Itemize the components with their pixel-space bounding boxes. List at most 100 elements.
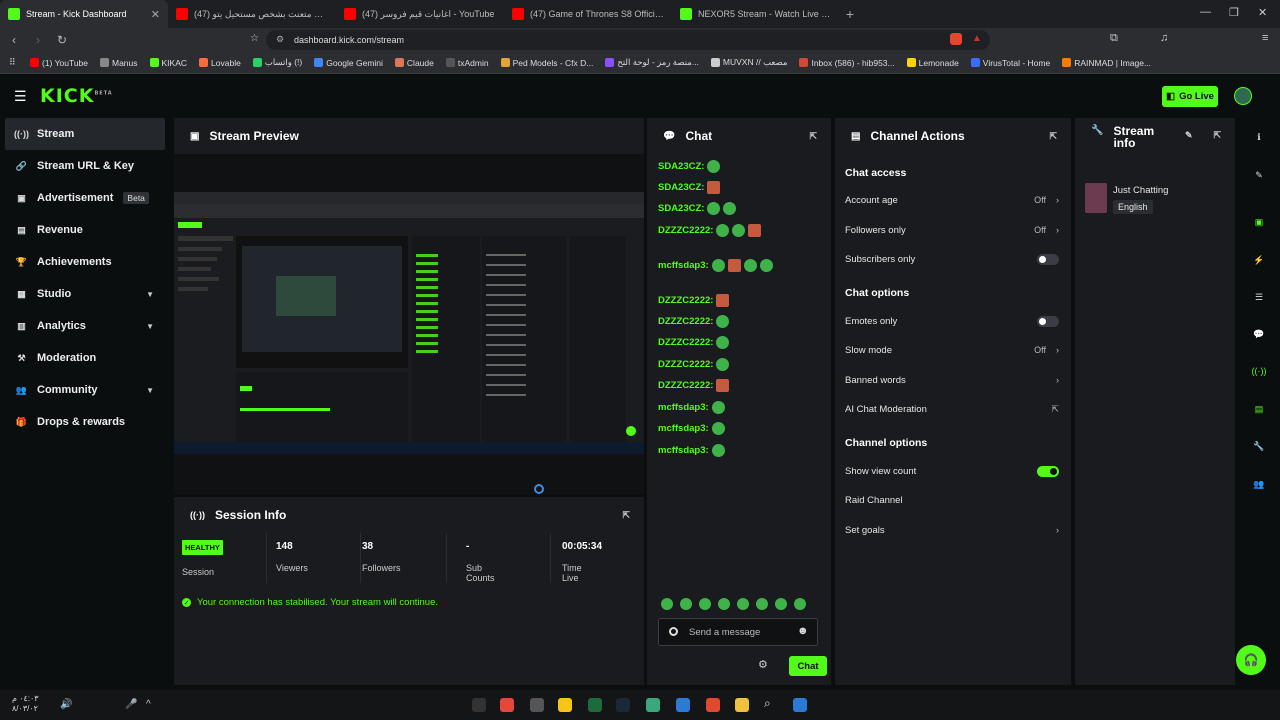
preview-toggle-icon[interactable]: ▣ xyxy=(1252,215,1266,229)
browser-tab[interactable]: (47) Game of Thrones S8 Official Sou... xyxy=(504,0,672,28)
chat-username[interactable]: mcffsdap3: xyxy=(658,423,709,434)
taskbar-app-icon[interactable] xyxy=(500,698,514,712)
rewards-icon[interactable]: ▲ xyxy=(972,33,982,44)
chat-username[interactable]: DZZZC2222: xyxy=(658,225,713,236)
category-name[interactable]: Just Chatting xyxy=(1113,185,1168,196)
address-bar[interactable]: ⚙ dashboard.kick.com/stream xyxy=(266,30,990,50)
chat-input[interactable]: Send a message ☻ xyxy=(658,618,818,646)
sidebar-item-drops-rewards[interactable]: 🎁 Drops & rewards xyxy=(0,406,170,438)
subscribers-only-row[interactable]: Subscribers only xyxy=(845,251,1059,267)
windows-start-icon[interactable] xyxy=(793,698,807,712)
apps-grid-icon[interactable]: ⠿ xyxy=(9,57,16,68)
extensions-icon[interactable]: ⧉ xyxy=(1110,32,1118,45)
minimize-icon[interactable]: — xyxy=(1200,6,1211,18)
file-explorer-icon[interactable] xyxy=(735,698,749,712)
bookmark-item[interactable]: Lovable xyxy=(199,58,241,68)
close-tab-icon[interactable]: ✕ xyxy=(151,8,160,21)
chat-username[interactable]: DZZZC2222: xyxy=(658,316,713,327)
sidebar-item-moderation[interactable]: ⚒ Moderation xyxy=(0,342,170,374)
site-info-icon[interactable]: ⚙ xyxy=(276,34,284,45)
clock[interactable]: ٠٤:٠٣ م ٨/٠٣/٠٢ xyxy=(12,694,39,714)
slow-mode-row[interactable]: Slow mode Off › xyxy=(845,342,1059,358)
sidebar-item-analytics[interactable]: ▥ Analytics ▼ xyxy=(0,310,170,342)
bookmark-item[interactable]: MUVXN // مصعب xyxy=(710,57,787,68)
chat-message[interactable]: mcffsdap3: xyxy=(658,422,725,435)
volume-icon[interactable]: 🔊 xyxy=(60,699,72,710)
category-thumbnail[interactable] xyxy=(1085,183,1107,213)
bookmark-item[interactable]: VirusTotal - Home xyxy=(970,58,1050,68)
emoji-icon[interactable]: ☻ xyxy=(797,625,809,637)
sidebar-item-revenue[interactable]: ▤ Revenue xyxy=(0,214,170,246)
taskbar-app-icon[interactable] xyxy=(472,698,486,712)
users-icon[interactable]: 👥 xyxy=(1252,477,1266,491)
bookmark-item[interactable]: KIKAC xyxy=(149,58,187,68)
taskbar-app-icon[interactable] xyxy=(530,698,544,712)
emotes-only-toggle[interactable] xyxy=(1037,315,1059,327)
chat-username[interactable]: DZZZC2222: xyxy=(658,359,713,370)
banned-words-row[interactable]: Banned words › xyxy=(845,372,1059,388)
browser-tab[interactable]: (47) اغانيات قيم فروسر - YouTube xyxy=(336,0,504,28)
reload-icon[interactable]: ↻ xyxy=(52,33,72,47)
chat-username[interactable]: SDA23CZ: xyxy=(658,182,704,193)
browser-tab[interactable]: NEXOR5 Stream - Watch Live on Kick xyxy=(672,0,840,28)
chat-username[interactable]: mcffsdap3: xyxy=(658,445,709,456)
kick-logo[interactable]: KICKBETA xyxy=(40,85,113,107)
emotes-only-row[interactable]: Emotes only xyxy=(845,313,1059,329)
info-toggle-icon[interactable]: 🔧 xyxy=(1252,439,1266,453)
taskbar-app-icon[interactable] xyxy=(558,698,572,712)
chat-message[interactable]: SDA23CZ: xyxy=(658,160,721,173)
chat-username[interactable]: SDA23CZ: xyxy=(658,161,704,172)
taskbar-app-icon[interactable] xyxy=(676,698,690,712)
chat-message[interactable]: mcffsdap3: xyxy=(658,401,725,414)
menu-icon[interactable]: ≡ xyxy=(1262,32,1268,44)
bookmark-item[interactable]: Google Gemini xyxy=(314,58,383,68)
music-icon[interactable]: ♫ xyxy=(1160,32,1168,44)
bookmark-item[interactable]: Claude xyxy=(394,58,434,68)
session-toggle-icon[interactable]: ((·)) xyxy=(1252,364,1267,378)
actions-toggle-icon[interactable]: ▤ xyxy=(1252,402,1266,416)
forward-icon[interactable]: › xyxy=(28,33,48,47)
chat-username[interactable]: SDA23CZ: xyxy=(658,203,704,214)
taskbar-app-icon[interactable] xyxy=(706,698,720,712)
popout-icon[interactable]: ⇱ xyxy=(1213,130,1221,141)
help-support-icon[interactable]: 🎧 xyxy=(1236,645,1266,675)
sidebar-item-studio[interactable]: ▦ Studio ▼ xyxy=(0,278,170,310)
emote-picker-icon[interactable] xyxy=(699,598,711,610)
chat-username[interactable]: DZZZC2222: xyxy=(658,380,713,391)
chat-message[interactable]: mcffsdap3: xyxy=(658,259,773,272)
back-icon[interactable]: ‹ xyxy=(4,33,24,47)
chat-message[interactable]: DZZZC2222: xyxy=(658,358,730,371)
pencil-icon[interactable]: ✎ xyxy=(1252,168,1266,182)
bookmark-item[interactable]: Lemonade xyxy=(906,58,959,68)
list-icon[interactable]: ☰ xyxy=(1252,290,1266,304)
popout-icon[interactable]: ⇱ xyxy=(809,131,817,142)
chat-message[interactable]: DZZZC2222: xyxy=(658,315,730,328)
sidebar-item-stream[interactable]: ((·)) Stream xyxy=(5,118,165,150)
taskbar-app-icon[interactable] xyxy=(588,698,602,712)
bookmark-item[interactable]: Manus xyxy=(100,58,138,68)
sidebar-item-community[interactable]: 👥 Community ▼ xyxy=(0,374,170,406)
emote-picker-icon[interactable] xyxy=(680,598,692,610)
sidebar-item-achievements[interactable]: 🏆 Achievements xyxy=(0,246,170,278)
set-goals-row[interactable]: Set goals › xyxy=(845,522,1059,538)
sidebar-item-stream-url-key[interactable]: 🔗 Stream URL & Key xyxy=(0,150,170,182)
go-live-button[interactable]: ◧ Go Live xyxy=(1162,86,1218,107)
send-chat-button[interactable]: Chat xyxy=(789,656,827,676)
brave-shield-icon[interactable] xyxy=(950,33,962,45)
emote-picker-icon[interactable] xyxy=(794,598,806,610)
chat-message[interactable]: DZZZC2222: xyxy=(658,336,730,349)
chat-username[interactable]: mcffsdap3: xyxy=(658,260,709,271)
maximize-icon[interactable]: ❐ xyxy=(1229,6,1239,19)
video-preview[interactable] xyxy=(174,154,644,494)
show-view-count-row[interactable]: Show view count xyxy=(845,463,1059,479)
bookmark-star-icon[interactable]: ☆ xyxy=(250,33,259,44)
flash-icon[interactable]: ⚡ xyxy=(1252,253,1266,267)
bookmark-item[interactable]: txAdmin xyxy=(445,58,489,68)
chat-message[interactable]: DZZZC2222: xyxy=(658,224,762,237)
followers-only-row[interactable]: Followers only Off › xyxy=(845,222,1059,238)
chat-username[interactable]: DZZZC2222: xyxy=(658,295,713,306)
bookmark-item[interactable]: RAINMAD | Image... xyxy=(1062,58,1151,68)
chevron-down-icon[interactable]: ▼ xyxy=(146,386,154,395)
bookmark-item[interactable]: منصة رمز - لوحة التح... xyxy=(605,57,699,68)
mic-icon[interactable]: 🎤 xyxy=(125,699,137,710)
